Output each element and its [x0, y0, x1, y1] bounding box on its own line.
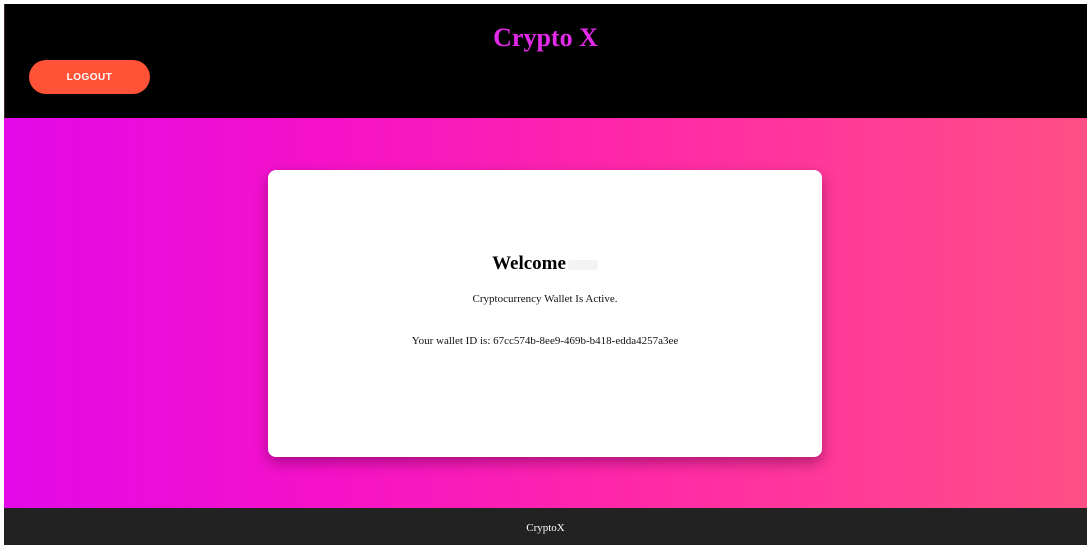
footer: CryptoX: [4, 508, 1087, 545]
logout-button[interactable]: LOGOUT: [29, 60, 150, 94]
wallet-id-text: Your wallet ID is: 67cc574b-8ee9-469b-b4…: [411, 335, 679, 347]
wallet-card: Welcome Cryptocurrency Wallet Is Active.…: [268, 170, 822, 457]
welcome-text: Welcome: [492, 253, 566, 274]
app-title: Crypto X: [493, 23, 598, 52]
page: Crypto X LOGOUT Welcome Cryptocurrency W…: [0, 0, 1087, 545]
wallet-status-text: Cryptocurrency Wallet Is Active.: [472, 293, 618, 305]
top-header: Crypto X LOGOUT: [4, 4, 1087, 118]
user-name-redacted: [567, 259, 598, 270]
footer-text: CryptoX: [526, 522, 565, 534]
main-content: Welcome Cryptocurrency Wallet Is Active.…: [4, 118, 1087, 508]
welcome-heading: Welcome: [268, 252, 822, 276]
